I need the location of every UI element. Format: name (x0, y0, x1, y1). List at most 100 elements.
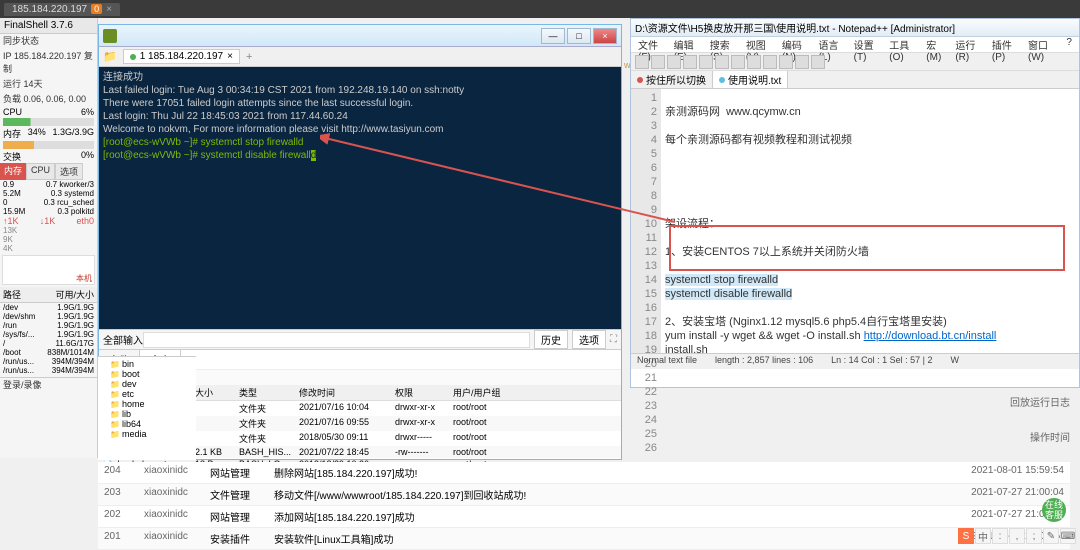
npp-editor[interactable]: 1234567891011121314151617181920212223242… (631, 89, 1079, 353)
copy-icon[interactable] (731, 55, 745, 69)
terminal-tabs: 📁 1 185.184.220.197× + (99, 47, 621, 67)
redo-icon[interactable] (779, 55, 793, 69)
cut-icon[interactable] (715, 55, 729, 69)
input-label: 全部输入 (103, 332, 143, 347)
browser-tab-bar: 185.184.220.197 0 × (0, 0, 1080, 18)
menu-item[interactable]: ? (1063, 37, 1075, 52)
terminal-tab[interactable]: 1 185.184.220.197× (123, 49, 240, 64)
option-button[interactable]: 选项 (572, 330, 606, 349)
log-row[interactable]: 201xiaoxinidc安装插件安装软件[Linux工具箱]成功2021-07… (98, 528, 1070, 550)
online-service-button[interactable]: 在线 客服 (1042, 498, 1066, 522)
tab-opt[interactable]: 选项 (55, 163, 83, 180)
find-icon[interactable] (795, 55, 809, 69)
add-tab-button[interactable]: + (246, 51, 252, 63)
swap-label: 交换 (3, 150, 21, 163)
net-up: ↑1K (3, 216, 19, 226)
process-row: 00.3 rcu_sched (0, 198, 97, 207)
maximize-button[interactable]: □ (567, 28, 591, 44)
tree-item[interactable]: dev (100, 379, 194, 389)
disk-hdr-path: 路径 (3, 288, 21, 301)
save-icon[interactable] (667, 55, 681, 69)
fs-bottom[interactable]: 登录/录像 (0, 377, 97, 393)
ime-key[interactable]: ‚ (1009, 528, 1025, 544)
browser-tab[interactable]: 185.184.220.197 0 × (4, 3, 120, 16)
undo-icon[interactable] (763, 55, 777, 69)
log-row[interactable]: 203xiaoxinidc文件管理移动文件[/www/wwwroot/185.1… (98, 484, 1070, 506)
disk-row: /11.6G/17G (0, 339, 97, 348)
menu-item[interactable]: 文件(F) (635, 37, 669, 52)
print-icon[interactable] (699, 55, 713, 69)
menu-item[interactable]: 宏(M) (923, 37, 950, 52)
zoom-icon[interactable] (811, 55, 825, 69)
minimize-button[interactable]: — (541, 28, 565, 44)
close-icon[interactable]: × (106, 4, 112, 15)
terminal-titlebar[interactable]: — □ × (99, 25, 621, 47)
disk-row: /run/us...394M/394M (0, 357, 97, 366)
menu-item[interactable]: 窗口(W) (1025, 37, 1061, 52)
log-row[interactable]: 204xiaoxinidc网站管理删除网站[185.184.220.197]成功… (98, 462, 1070, 484)
tree-item[interactable]: home (100, 399, 194, 409)
cpu-bar (3, 118, 94, 126)
log-row[interactable]: 202xiaoxinidc网站管理添加网站[185.184.220.197]成功… (98, 506, 1070, 528)
tab-cpu[interactable]: CPU (26, 163, 55, 180)
ime-key[interactable]: ✎ (1043, 528, 1059, 544)
menu-item[interactable]: 工具(O) (886, 37, 921, 52)
npp-menu[interactable]: 文件(F)编辑(E)搜索(S)视图(V)编码(N)语言(L)设置(T)工具(O)… (631, 37, 1079, 53)
ime-key[interactable]: S (958, 528, 974, 544)
menu-item[interactable]: 视图(V) (743, 37, 777, 52)
npp-tab-2[interactable]: 使用说明.txt (713, 71, 788, 88)
folder-icon[interactable]: 📁 (103, 50, 117, 63)
disk-hdr-size: 可用/大小 (55, 288, 94, 301)
status-dot-icon (130, 54, 136, 60)
menu-item[interactable]: 运行(R) (952, 37, 987, 52)
menu-item[interactable]: 设置(T) (851, 37, 885, 52)
runlog-label[interactable]: 回放运行日志 (1010, 394, 1070, 409)
finalshell-title: FinalShell 3.7.6 (0, 18, 97, 34)
tree-item[interactable]: lib (100, 409, 194, 419)
terminal-body[interactable]: 连接成功 Last failed login: Tue Aug 3 00:34:… (99, 67, 621, 329)
npp-tabs: 按住所以切换 使用说明.txt (631, 71, 1079, 89)
close-icon[interactable]: × (227, 51, 233, 62)
tree-item[interactable]: bin (100, 359, 194, 369)
open-icon[interactable] (651, 55, 665, 69)
ime-bar[interactable]: S中:‚;✎⌨ (958, 528, 1076, 544)
history-button[interactable]: 历史 (534, 330, 568, 349)
code-area[interactable]: 亲测源码网 www.qcymw.cn 每个亲测源码都有视频教程和测试视频 架设流… (661, 89, 1079, 353)
npp-titlebar[interactable]: D:\资源文件\H5换皮放开那三国\使用说明.txt - Notepad++ [… (631, 19, 1079, 37)
finalshell-panel: FinalShell 3.7.6 同步状态 IP 185.184.220.197… (0, 18, 98, 458)
side-panel: 回放运行日志 操作时间 (1010, 394, 1070, 464)
tree-item[interactable]: boot (100, 369, 194, 379)
menu-item[interactable]: 编码(N) (779, 37, 814, 52)
tab-mem[interactable]: 内存 (0, 163, 26, 180)
ip-line: IP 185.184.220.197 复制 (0, 49, 97, 77)
menu-item[interactable]: 插件(P) (989, 37, 1023, 52)
close-button[interactable]: × (593, 28, 617, 44)
tree-item[interactable]: lib64 (100, 419, 194, 429)
folder-tree[interactable]: binbootdevetchomeliblib64media (98, 356, 196, 460)
menu-item[interactable]: 搜索(S) (707, 37, 741, 52)
expand-icon[interactable]: ⛶ (610, 334, 617, 345)
process-row: 15.9M0.3 polkitd (0, 207, 97, 216)
tree-item[interactable]: media (100, 429, 194, 439)
cpu-pct: 6% (81, 107, 94, 117)
saveall-icon[interactable] (683, 55, 697, 69)
tree-item[interactable]: etc (100, 389, 194, 399)
disk-row: /sys/fs/...1.9G/1.9G (0, 330, 97, 339)
ime-key[interactable]: ⌨ (1060, 528, 1076, 544)
line-gutter: 1234567891011121314151617181920212223242… (631, 89, 661, 353)
mem-total: 1.3G/3.9G (52, 127, 94, 140)
paste-icon[interactable] (747, 55, 761, 69)
menu-item[interactable]: 语言(L) (815, 37, 848, 52)
net-dn: ↓1K (40, 216, 56, 226)
ime-key[interactable]: ; (1026, 528, 1042, 544)
saved-icon (719, 77, 725, 83)
npp-tab-1[interactable]: 按住所以切换 (631, 71, 713, 88)
tab-ip: 185.184.220.197 (12, 4, 87, 15)
load: 负载 0.06, 0.06, 0.00 (0, 92, 97, 107)
new-icon[interactable] (635, 55, 649, 69)
ime-key[interactable]: : (992, 528, 1008, 544)
network-chart: 本机 (2, 255, 95, 285)
ime-key[interactable]: 中 (975, 528, 991, 544)
command-input[interactable] (143, 332, 530, 348)
menu-item[interactable]: 编辑(E) (671, 37, 705, 52)
